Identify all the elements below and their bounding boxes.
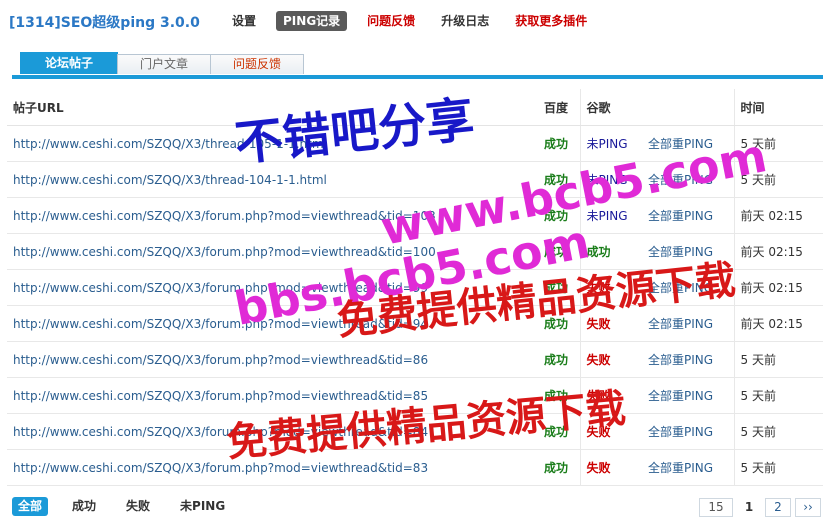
row-time: 前天 02:15 bbox=[733, 305, 823, 342]
baidu-status: 成功 bbox=[538, 377, 580, 414]
row-url-link[interactable]: http://www.ceshi.com/SZQQ/X3/forum.php?m… bbox=[7, 269, 538, 306]
row-time: 前天 02:15 bbox=[733, 197, 823, 234]
table-body: http://www.ceshi.com/SZQQ/X3/thread-105-… bbox=[7, 125, 823, 486]
col-header-google: 谷歌 bbox=[579, 89, 642, 126]
google-status: 失败 bbox=[579, 413, 642, 450]
baidu-status: 成功 bbox=[538, 197, 580, 234]
row-time: 前天 02:15 bbox=[733, 269, 823, 306]
row-time: 5 天前 bbox=[733, 161, 823, 198]
nav-more-plugins[interactable]: 获取更多插件 bbox=[509, 11, 593, 31]
table-row: http://www.ceshi.com/SZQQ/X3/forum.php?m… bbox=[7, 197, 823, 234]
row-time: 5 天前 bbox=[733, 449, 823, 486]
col-header-url: 帖子URL bbox=[7, 89, 538, 126]
reping-all-link[interactable]: 全部重PING bbox=[642, 197, 734, 234]
baidu-status: 成功 bbox=[538, 305, 580, 342]
pager-page-2[interactable]: 2 bbox=[765, 498, 791, 517]
reping-all-link[interactable]: 全部重PING bbox=[642, 341, 734, 378]
table-row: http://www.ceshi.com/SZQQ/X3/forum.php?m… bbox=[7, 413, 823, 450]
baidu-status: 成功 bbox=[538, 341, 580, 378]
row-time: 5 天前 bbox=[733, 341, 823, 378]
row-url-link[interactable]: http://www.ceshi.com/SZQQ/X3/forum.php?m… bbox=[7, 377, 538, 414]
google-status: 失败 bbox=[579, 269, 642, 306]
google-status: 成功 bbox=[579, 233, 642, 270]
table-row: http://www.ceshi.com/SZQQ/X3/forum.php?m… bbox=[7, 449, 823, 486]
table-row: http://www.ceshi.com/SZQQ/X3/thread-104-… bbox=[7, 161, 823, 198]
reping-all-link[interactable]: 全部重PING bbox=[642, 269, 734, 306]
google-status: 失败 bbox=[579, 305, 642, 342]
table-row: http://www.ceshi.com/SZQQ/X3/thread-105-… bbox=[7, 125, 823, 162]
google-status: 失败 bbox=[579, 449, 642, 486]
row-url-link[interactable]: http://www.ceshi.com/SZQQ/X3/forum.php?m… bbox=[7, 413, 538, 450]
nav-ping-records[interactable]: PING记录 bbox=[276, 11, 348, 31]
google-status: 未PING bbox=[579, 197, 642, 234]
google-status: 未PING bbox=[579, 161, 642, 198]
nav-feedback[interactable]: 问题反馈 bbox=[361, 11, 421, 31]
filter-all[interactable]: 全部 bbox=[12, 497, 49, 516]
status-filters: 全部 成功 失败 未PING bbox=[12, 497, 249, 516]
row-url-link[interactable]: http://www.ceshi.com/SZQQ/X3/thread-104-… bbox=[7, 161, 538, 198]
baidu-status: 成功 bbox=[538, 413, 580, 450]
row-url-link[interactable]: http://www.ceshi.com/SZQQ/X3/forum.php?m… bbox=[7, 449, 538, 486]
reping-all-link[interactable]: 全部重PING bbox=[642, 161, 734, 198]
tab-feedback[interactable]: 问题反馈 bbox=[210, 54, 304, 74]
tab-underline bbox=[12, 75, 823, 79]
pager-current-page: 1 bbox=[737, 499, 761, 516]
row-url-link[interactable]: http://www.ceshi.com/SZQQ/X3/forum.php?m… bbox=[7, 305, 538, 342]
row-time: 5 天前 bbox=[733, 125, 823, 162]
content-tabs: 论坛帖子 门户文章 问题反馈 bbox=[20, 52, 304, 75]
filter-fail[interactable]: 失败 bbox=[120, 497, 156, 516]
pager-total: 15 bbox=[699, 498, 733, 517]
table-header-row: 帖子URL 百度 谷歌 时间 bbox=[7, 89, 823, 126]
ping-records-table: 帖子URL 百度 谷歌 时间 http://www.ceshi.com/SZQQ… bbox=[7, 89, 823, 486]
pagination: 15 1 2 ›› bbox=[695, 498, 821, 517]
row-url-link[interactable]: http://www.ceshi.com/SZQQ/X3/forum.php?m… bbox=[7, 233, 538, 270]
baidu-status: 成功 bbox=[538, 125, 580, 162]
row-url-link[interactable]: http://www.ceshi.com/SZQQ/X3/thread-105-… bbox=[7, 125, 538, 162]
nav-changelog[interactable]: 升级日志 bbox=[435, 11, 495, 31]
google-status: 未PING bbox=[579, 125, 642, 162]
top-nav: 设置 PING记录 问题反馈 升级日志 获取更多插件 bbox=[226, 11, 607, 31]
col-header-time: 时间 bbox=[733, 89, 823, 126]
pager-next-button[interactable]: ›› bbox=[795, 498, 821, 517]
nav-settings[interactable]: 设置 bbox=[226, 11, 262, 31]
google-status: 失败 bbox=[579, 341, 642, 378]
row-url-link[interactable]: http://www.ceshi.com/SZQQ/X3/forum.php?m… bbox=[7, 197, 538, 234]
row-time: 5 天前 bbox=[733, 377, 823, 414]
table-row: http://www.ceshi.com/SZQQ/X3/forum.php?m… bbox=[7, 233, 823, 270]
table-row: http://www.ceshi.com/SZQQ/X3/forum.php?m… bbox=[7, 269, 823, 306]
table-row: http://www.ceshi.com/SZQQ/X3/forum.php?m… bbox=[7, 341, 823, 378]
reping-all-link[interactable]: 全部重PING bbox=[642, 449, 734, 486]
baidu-status: 成功 bbox=[538, 161, 580, 198]
col-header-baidu: 百度 bbox=[538, 89, 580, 126]
reping-all-link[interactable]: 全部重PING bbox=[642, 413, 734, 450]
tab-portal-articles[interactable]: 门户文章 bbox=[117, 54, 211, 74]
top-bar: [1314]SEO超级ping 3.0.0 设置 PING记录 问题反馈 升级日… bbox=[0, 0, 823, 46]
baidu-status: 成功 bbox=[538, 449, 580, 486]
reping-all-link[interactable]: 全部重PING bbox=[642, 125, 734, 162]
table-row: http://www.ceshi.com/SZQQ/X3/forum.php?m… bbox=[7, 305, 823, 342]
reping-all-link[interactable]: 全部重PING bbox=[642, 377, 734, 414]
google-status: 失败 bbox=[579, 377, 642, 414]
tab-forum-posts[interactable]: 论坛帖子 bbox=[20, 52, 118, 74]
filter-success[interactable]: 成功 bbox=[66, 497, 102, 516]
row-time: 5 天前 bbox=[733, 413, 823, 450]
filter-not-pinged[interactable]: 未PING bbox=[174, 497, 231, 516]
reping-all-link[interactable]: 全部重PING bbox=[642, 233, 734, 270]
reping-all-link[interactable]: 全部重PING bbox=[642, 305, 734, 342]
app-title: [1314]SEO超级ping 3.0.0 bbox=[9, 15, 200, 31]
col-header-action bbox=[642, 89, 734, 126]
table-row: http://www.ceshi.com/SZQQ/X3/forum.php?m… bbox=[7, 377, 823, 414]
baidu-status: 成功 bbox=[538, 269, 580, 306]
row-time: 前天 02:15 bbox=[733, 233, 823, 270]
baidu-status: 成功 bbox=[538, 233, 580, 270]
row-url-link[interactable]: http://www.ceshi.com/SZQQ/X3/forum.php?m… bbox=[7, 341, 538, 378]
